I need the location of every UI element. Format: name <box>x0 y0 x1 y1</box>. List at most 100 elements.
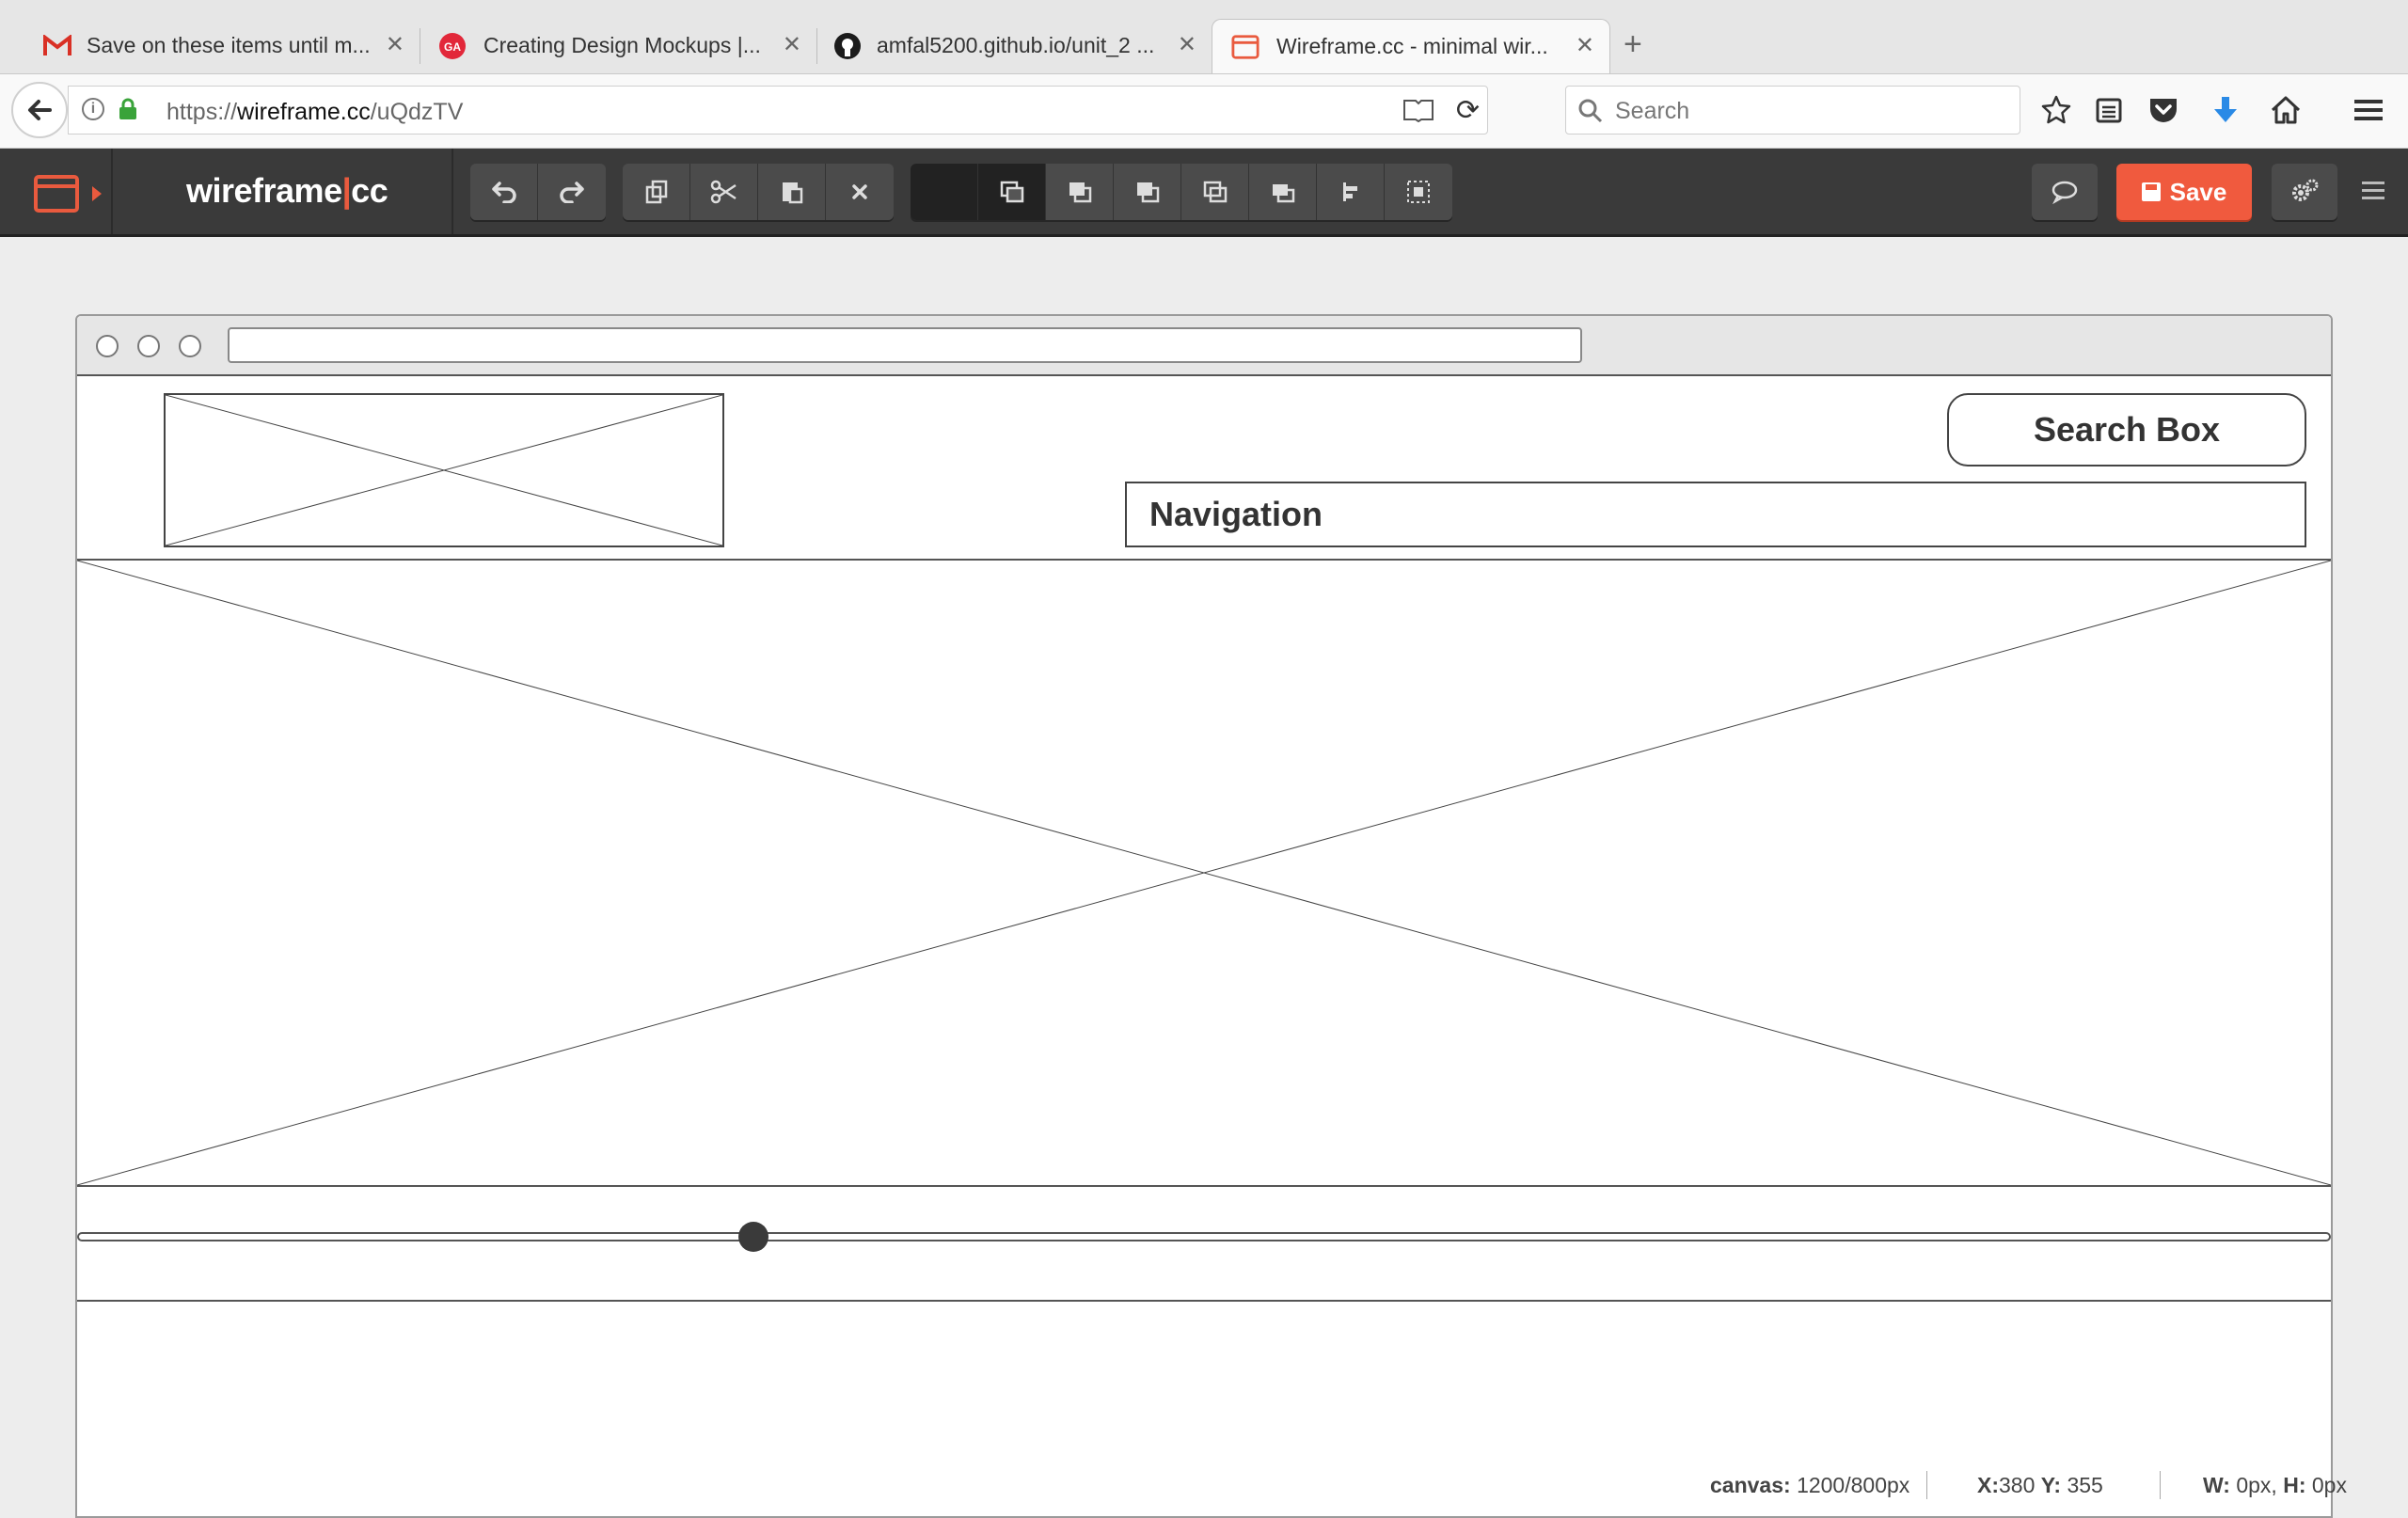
bring-forward-icon <box>1069 182 1091 203</box>
toolbar-divider <box>452 149 453 234</box>
comments-button[interactable] <box>2032 164 2098 220</box>
gmail-icon <box>43 32 71 60</box>
bring-front-icon <box>1000 181 1023 203</box>
browser-tab-github[interactable]: amfal5200.github.io/unit_2 ... ✕ <box>818 19 1212 73</box>
close-icon <box>852 184 867 199</box>
logo-image-placeholder[interactable] <box>164 393 724 547</box>
github-icon <box>833 32 862 60</box>
undo-button[interactable] <box>470 164 538 220</box>
browser-tab-wireframe[interactable]: Wireframe.cc - minimal wir... ✕ <box>1212 19 1610 73</box>
arrange-button-group <box>911 164 1452 220</box>
copy-button[interactable] <box>623 164 690 220</box>
logo-menu-arrow-icon[interactable] <box>92 186 102 201</box>
wireframe-logo-icon[interactable] <box>34 175 79 213</box>
search-input[interactable] <box>1613 94 2012 128</box>
pocket-icon[interactable] <box>2145 91 2182 129</box>
svg-text:GA: GA <box>444 40 461 54</box>
wireframe-icon <box>1231 33 1259 61</box>
downloads-icon[interactable] <box>2207 91 2244 129</box>
wireframe-search-box[interactable]: Search Box <box>1947 393 2306 466</box>
browser-search-box[interactable] <box>1565 86 2020 134</box>
cut-button[interactable] <box>690 164 758 220</box>
tab-title: amfal5200.github.io/unit_2 ... <box>877 33 1155 57</box>
redo-icon <box>560 182 584 203</box>
group-button[interactable] <box>1249 164 1317 220</box>
browser-tab-strip: Save on these items until m... ✕ GA Crea… <box>0 0 2408 74</box>
clipboard-button-group <box>623 164 894 220</box>
search-icon <box>1578 99 1603 123</box>
browser-tab-design-mockups[interactable]: GA Creating Design Mockups |... ✕ <box>421 19 817 73</box>
window-dot-minimize <box>137 335 160 357</box>
url-bar[interactable]: i https://wireframe.cc/uQdzTV ⟳ <box>68 86 1488 134</box>
gears-icon <box>2292 179 2319 201</box>
select-region-button[interactable] <box>1385 164 1452 220</box>
tab-title: Save on these items until m... <box>87 33 371 57</box>
browser-menu-icon[interactable] <box>2350 91 2387 129</box>
tab-close-icon[interactable]: ✕ <box>386 31 404 58</box>
reload-icon[interactable]: ⟳ <box>1456 94 1480 127</box>
section-divider-line <box>77 1300 2331 1302</box>
tab-title: Creating Design Mockups |... <box>483 33 761 57</box>
send-backward-button[interactable] <box>1114 164 1181 220</box>
toolbar-divider <box>111 149 113 234</box>
status-separator <box>1926 1471 1927 1499</box>
send-back-icon <box>1203 181 1227 203</box>
save-button[interactable]: Save <box>2116 164 2252 220</box>
align-left-icon <box>1342 182 1357 201</box>
arrow-left-icon <box>28 100 52 120</box>
ga-icon: GA <box>438 32 467 60</box>
wireframe-browser-window[interactable]: Search Box Navigation <box>75 314 2333 1518</box>
slider-track[interactable] <box>77 1232 2331 1241</box>
app-menu-icon[interactable] <box>2359 177 2387 205</box>
hero-image-placeholder[interactable] <box>77 561 2331 1185</box>
bookmarks-list-icon[interactable] <box>2090 91 2128 129</box>
tab-title: Wireframe.cc - minimal wir... <box>1276 34 1548 58</box>
paste-icon <box>782 182 802 204</box>
arrange-blank-button[interactable] <box>911 164 978 220</box>
browser-tab-gmail[interactable]: Save on these items until m... ✕ <box>0 19 420 73</box>
home-icon[interactable] <box>2267 91 2305 129</box>
back-button[interactable] <box>11 82 68 138</box>
window-dot-maximize <box>179 335 201 357</box>
send-backward-icon <box>1136 182 1159 203</box>
dotted-selection-icon <box>1407 181 1430 203</box>
slider-handle[interactable] <box>737 1222 768 1252</box>
hero-bottom-line <box>77 1185 2331 1187</box>
wireframe-navigation[interactable]: Navigation <box>1125 482 2306 547</box>
redo-button[interactable] <box>538 164 606 220</box>
speech-bubble-icon <box>2052 181 2078 204</box>
copy-icon <box>645 180 667 204</box>
scissors-icon <box>710 180 737 204</box>
lock-icon <box>119 98 136 119</box>
cursor-position-readout: X:380 Y: 355 <box>1977 1473 2103 1497</box>
tab-close-icon[interactable]: ✕ <box>783 31 801 58</box>
undo-icon <box>491 182 516 203</box>
bookmark-star-icon[interactable] <box>2037 91 2075 129</box>
browser-nav-bar: i https://wireframe.cc/uQdzTV ⟳ <box>0 74 2408 149</box>
wireframe-address-bar <box>228 327 1582 363</box>
paste-button[interactable] <box>758 164 826 220</box>
canvas-size-readout: canvas: 1200/800px <box>1710 1473 1910 1497</box>
status-separator <box>2160 1471 2161 1499</box>
send-to-back-button[interactable] <box>1181 164 1249 220</box>
info-icon[interactable]: i <box>82 98 104 120</box>
wireframe-window-chrome <box>77 316 2331 376</box>
reader-view-icon[interactable] <box>1402 98 1434 122</box>
tab-close-icon[interactable]: ✕ <box>1178 31 1196 58</box>
bring-forward-button[interactable] <box>1046 164 1114 220</box>
url-text[interactable]: https://wireframe.cc/uQdzTV <box>166 99 463 126</box>
window-dot-close <box>96 335 119 357</box>
selection-size-readout: W: 0px, H: 0px <box>2203 1473 2347 1497</box>
save-label: Save <box>2169 177 2227 206</box>
app-brand: wireframe|cc <box>186 171 388 210</box>
align-button[interactable] <box>1317 164 1385 220</box>
bring-to-front-button[interactable] <box>978 164 1046 220</box>
settings-button[interactable] <box>2272 164 2337 220</box>
tab-close-icon[interactable]: ✕ <box>1576 32 1594 59</box>
app-toolbar: wireframe|cc Save <box>0 149 2408 237</box>
group-icon <box>1272 184 1294 203</box>
new-tab-plus-icon[interactable]: + <box>1624 26 1642 63</box>
history-button-group <box>470 164 606 220</box>
delete-button[interactable] <box>826 164 894 220</box>
floppy-disk-icon <box>2141 182 2161 201</box>
